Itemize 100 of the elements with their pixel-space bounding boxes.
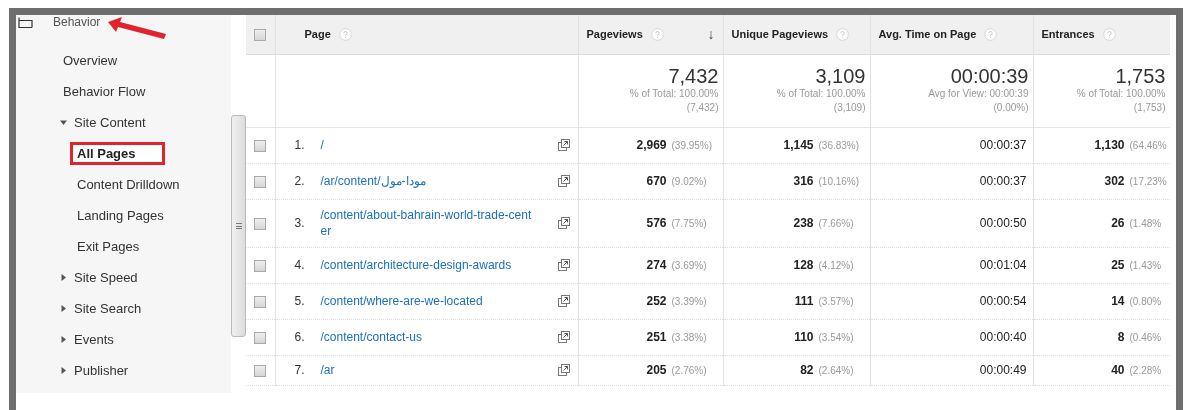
scrollbar[interactable] bbox=[231, 115, 246, 337]
metric-value: 128 bbox=[793, 258, 814, 272]
metric-value: 670 bbox=[646, 174, 667, 188]
metric-percent: (2.64%) bbox=[818, 365, 855, 376]
menu-item[interactable]: Site Search bbox=[67, 295, 149, 322]
column-header[interactable]: Entrances bbox=[1041, 28, 1095, 41]
help-icon bbox=[338, 27, 352, 41]
menu-item[interactable]: Content Drilldown bbox=[70, 171, 187, 198]
metric-value: 25 bbox=[1111, 258, 1125, 272]
metric-percent: (17.23% bbox=[1129, 176, 1168, 187]
section-icon bbox=[18, 16, 33, 28]
open-page-icon[interactable] bbox=[557, 139, 570, 151]
metric-value: 14 bbox=[1111, 294, 1125, 308]
open-page-icon[interactable] bbox=[557, 259, 570, 271]
metric-value: 2,969 bbox=[636, 138, 667, 152]
metric-value: 00:00:49 bbox=[979, 363, 1027, 377]
metric-value: 1,130 bbox=[1094, 138, 1125, 152]
metric-percent: (2.28% bbox=[1129, 365, 1163, 376]
menu-item[interactable]: Site Content bbox=[67, 109, 153, 136]
metric-percent: (1.48% bbox=[1129, 218, 1163, 229]
total-value: 3,109 bbox=[814, 64, 866, 87]
total-note: (0.00%) bbox=[992, 100, 1029, 115]
total-note: (3,109) bbox=[832, 100, 866, 115]
checkbox[interactable] bbox=[254, 295, 267, 308]
open-page-icon[interactable] bbox=[557, 364, 570, 376]
checkbox[interactable] bbox=[254, 29, 267, 42]
page-link[interactable]: /content/where-are-we-located bbox=[320, 293, 533, 309]
row-number: 4. bbox=[294, 258, 306, 272]
row-number: 2. bbox=[294, 174, 306, 188]
open-page-icon[interactable] bbox=[557, 295, 570, 307]
metric-percent: (3.38%) bbox=[671, 332, 708, 343]
page-link[interactable]: / bbox=[320, 137, 533, 153]
metric-value: 00:01:04 bbox=[979, 258, 1027, 272]
total-note: % of Total: 100.00% bbox=[1075, 86, 1166, 101]
menu-item[interactable]: Exit Pages bbox=[70, 233, 147, 260]
metric-value: 111 bbox=[794, 294, 814, 308]
metric-percent: (9.02%) bbox=[671, 176, 708, 187]
help-icon bbox=[1102, 27, 1116, 41]
metric-percent: (64.46% bbox=[1129, 140, 1168, 151]
menu-item[interactable]: Landing Pages bbox=[70, 202, 171, 229]
row-number: 7. bbox=[294, 363, 306, 377]
total-value: 1,753 bbox=[1114, 64, 1166, 87]
checkbox[interactable] bbox=[254, 364, 267, 377]
metric-percent: (2.76%) bbox=[671, 365, 708, 376]
grip-icon bbox=[235, 223, 242, 229]
row-number: 5. bbox=[294, 294, 306, 308]
metric-value: 205 bbox=[646, 363, 667, 377]
metric-value: 576 bbox=[646, 216, 667, 230]
page-link[interactable]: /content/contact-us bbox=[320, 329, 533, 345]
total-note: Avg for View: 00:00:39 bbox=[927, 86, 1029, 101]
open-page-icon[interactable] bbox=[557, 175, 570, 187]
page-link[interactable]: /content/architecture-design-awards bbox=[320, 257, 533, 273]
total-note: (7,432) bbox=[685, 100, 719, 115]
metric-value: 110 bbox=[794, 330, 814, 344]
metric-value: 302 bbox=[1104, 174, 1125, 188]
menu-item[interactable]: Publisher bbox=[67, 357, 136, 384]
help-icon bbox=[836, 27, 850, 41]
total-value: 7,432 bbox=[667, 64, 719, 87]
metric-value: 00:00:40 bbox=[979, 330, 1027, 344]
page-link[interactable]: /content/about-bahrain-world-trade-center bbox=[320, 207, 533, 239]
sort-arrow[interactable]: ↓ bbox=[707, 26, 715, 43]
column-header[interactable]: Unique Pageviews bbox=[731, 28, 829, 41]
metric-percent: (7.66%) bbox=[818, 218, 855, 229]
metric-percent: (4.12%) bbox=[818, 260, 855, 271]
metric-value: 251 bbox=[646, 330, 667, 344]
metric-percent: (3.39%) bbox=[671, 296, 708, 307]
checkbox[interactable] bbox=[254, 259, 267, 272]
metric-percent: (7.75%) bbox=[671, 218, 708, 229]
menu-item[interactable]: Overview bbox=[56, 47, 125, 74]
metric-value: 1,145 bbox=[783, 138, 814, 152]
metric-value: 00:00:37 bbox=[979, 174, 1027, 188]
checkbox[interactable] bbox=[254, 139, 267, 152]
page-link[interactable]: /ar bbox=[320, 362, 533, 378]
metric-percent: (1.43% bbox=[1129, 260, 1163, 271]
metric-value: 274 bbox=[646, 258, 667, 272]
row-number: 3. bbox=[294, 216, 306, 230]
row-number: 6. bbox=[294, 330, 306, 344]
metric-value: 316 bbox=[793, 174, 814, 188]
metric-value: 00:00:54 bbox=[979, 294, 1027, 308]
checkbox[interactable] bbox=[254, 331, 267, 344]
checkbox[interactable] bbox=[254, 175, 267, 188]
open-page-icon[interactable] bbox=[557, 331, 570, 343]
page-link[interactable]: /ar/content/مودا-مول bbox=[320, 173, 533, 189]
metric-percent: (36.83%) bbox=[818, 140, 861, 151]
menu-item[interactable]: Events bbox=[67, 326, 121, 353]
section-title[interactable]: Behavior bbox=[53, 15, 101, 29]
open-page-icon[interactable] bbox=[557, 217, 570, 229]
checkbox[interactable] bbox=[254, 217, 267, 230]
menu-item[interactable]: Site Speed bbox=[67, 264, 145, 291]
metric-value: 82 bbox=[800, 363, 814, 377]
menu-item[interactable]: Behavior Flow bbox=[56, 78, 153, 105]
metric-value: 00:00:50 bbox=[979, 216, 1027, 230]
column-header[interactable]: Page bbox=[304, 28, 331, 41]
metric-value: 8 bbox=[1117, 330, 1125, 344]
total-value: 00:00:39 bbox=[949, 64, 1029, 87]
column-header[interactable]: Pageviews bbox=[586, 28, 643, 41]
help-icon bbox=[650, 27, 664, 41]
menu-item[interactable]: All Pages bbox=[70, 142, 165, 165]
column-header[interactable]: Avg. Time on Page bbox=[878, 28, 977, 41]
metric-percent: (3.57%) bbox=[818, 296, 855, 307]
